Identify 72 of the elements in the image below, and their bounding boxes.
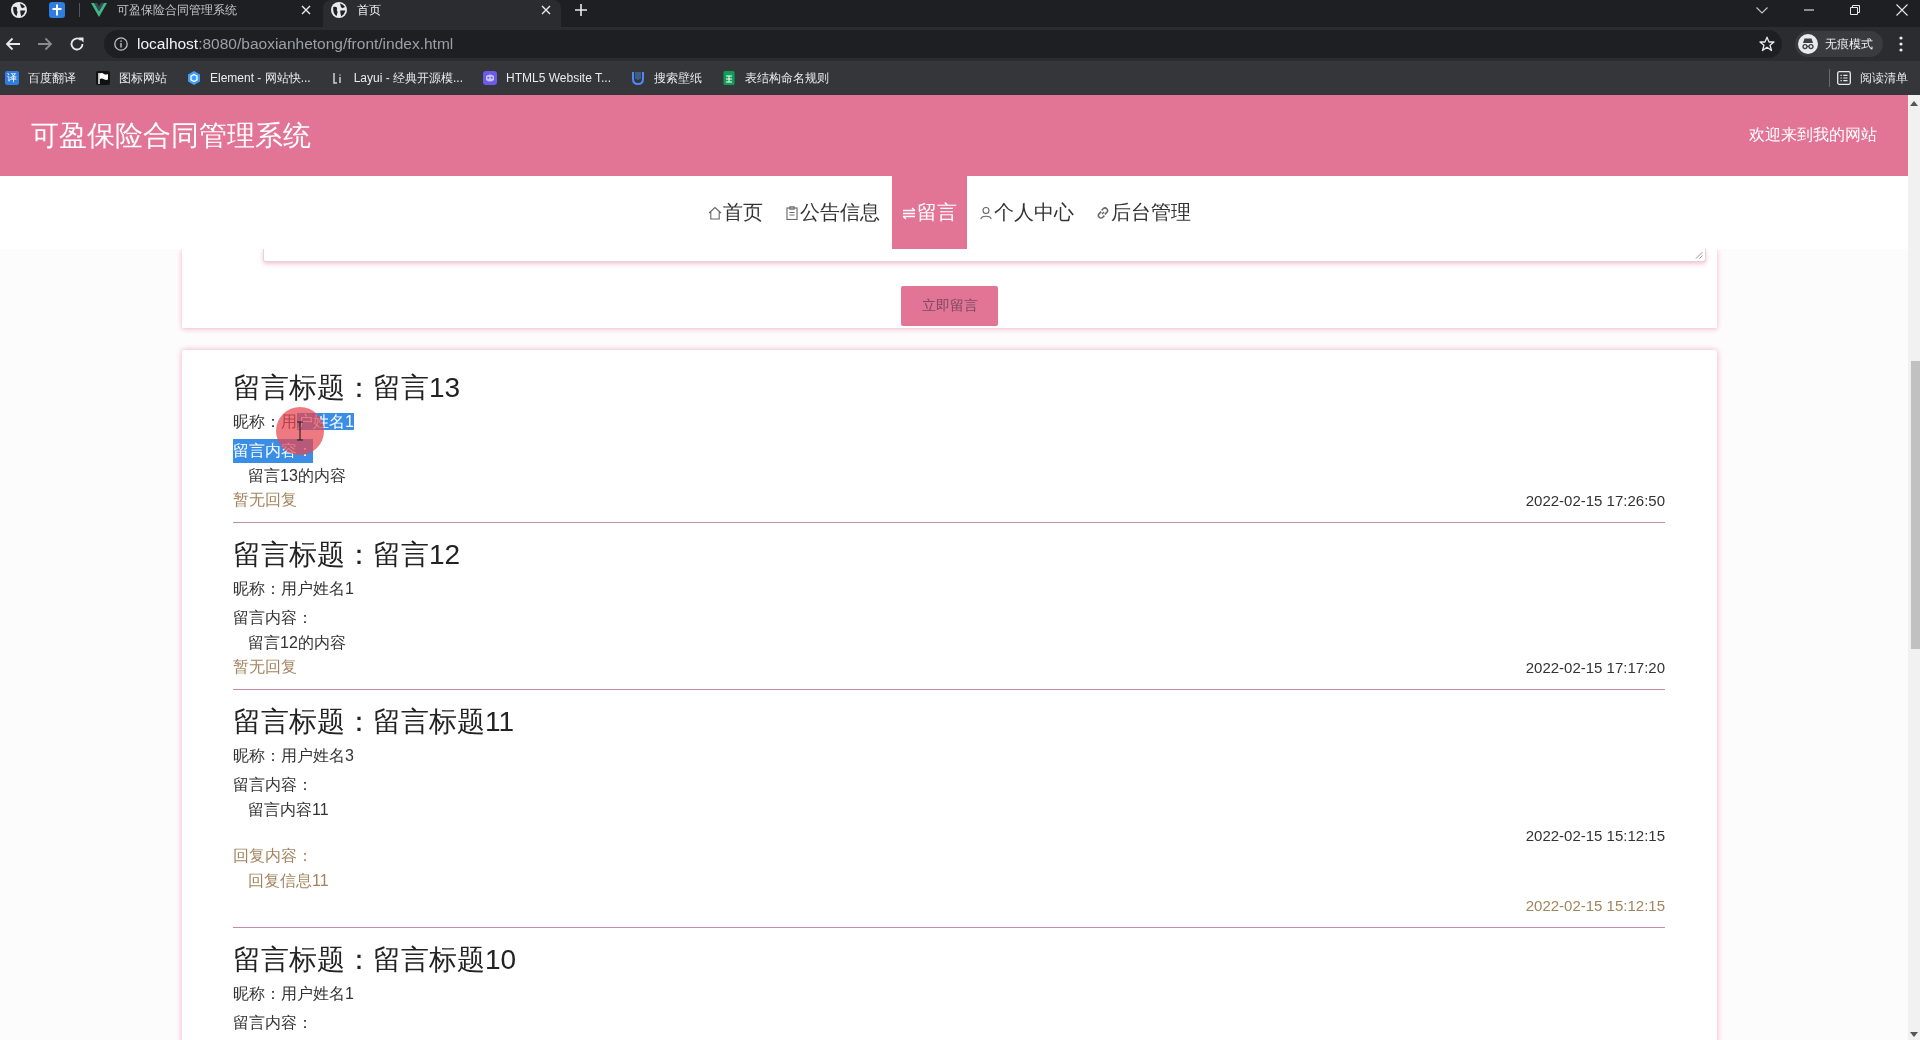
nav-link[interactable]: 首页 [697,176,773,249]
message-time: 2022-02-15 17:26:50 [1525,491,1665,509]
bookmark-link[interactable]: 图标网站 [95,65,175,91]
clipboard-icon [784,205,799,220]
link-icon [1095,205,1110,220]
nav-link[interactable]: 公告信息 [774,176,890,249]
profile-button[interactable]: 无痕模式 [1795,31,1883,57]
globe-icon[interactable] [11,2,27,18]
message-title: 留言标题：留言13 [233,371,462,405]
forward-arrow-icon[interactable] [37,36,53,52]
back-arrow-icon[interactable] [5,36,21,52]
bookmark-link[interactable]: 译 百度翻译 [4,65,84,91]
close-icon[interactable] [1896,4,1908,16]
hexagon-icon [187,71,201,85]
reply-content: 回复信息11 [248,872,329,889]
scroll-up-icon[interactable] [1910,101,1918,106]
content-label: 留言内容： [233,608,313,628]
welcome-text: 欢迎来到我的网站 [1749,125,1877,145]
smile-tile-icon [483,71,498,85]
nav-link[interactable]: 后台管理 [1085,176,1201,249]
nickname-text: 昵称：用户姓名1 [233,984,355,1004]
plus-icon[interactable] [575,4,587,16]
address-bar[interactable]: localhost:8080/baoxianhetong/front/index.html [104,30,1782,58]
nickname-text: 昵称：用户姓名3 [233,746,355,766]
reload-icon[interactable] [69,36,85,52]
message-content: 留言12的内容 [248,634,346,651]
kebab-menu-icon[interactable] [1899,36,1903,52]
v-mark-icon [91,2,107,18]
flag-icon [96,71,110,85]
nav-link[interactable]: 个人中心 [968,176,1084,249]
message-title: 留言标题：留言标题10 [233,943,518,977]
reading-list-button[interactable]: 阅读清单 [1836,65,1916,91]
message-title: 留言标题：留言标题11 [233,705,516,739]
close-icon[interactable] [301,5,311,15]
close-icon[interactable] [541,5,551,15]
scrollbar-thumb[interactable] [1910,361,1920,649]
bookmark-link[interactable]: Layui - 经典开源模... [329,65,472,91]
message-time: 2022-02-15 15:12:15 [1525,826,1665,844]
no-reply-text: 暂无回复 [233,656,297,677]
person-icon [978,205,993,220]
browser-tab[interactable]: 可盈保险合同管理系统 [83,0,321,27]
letter-badge: 译 [5,71,19,85]
hat-glasses-icon [1798,34,1818,54]
no-reply-text: 暂无回复 [233,489,297,510]
browser-tab[interactable]: 首页 [323,0,561,27]
bookmark-link[interactable]: HTML5 Website T... [482,65,619,91]
message-title: 留言标题：留言12 [233,538,462,572]
bookmark-link[interactable]: Element - 网站快... [186,65,319,91]
exchange-icon [901,205,916,220]
u-shape-icon [631,71,645,85]
site-title: 可盈保险合同管理系统 [31,118,311,153]
scroll-down-icon[interactable] [1910,1032,1918,1037]
content-label: 留言内容： [233,775,313,795]
chevron-down-icon[interactable] [1756,6,1768,14]
message-time: 2022-02-15 17:17:20 [1525,658,1665,676]
info-icon [114,37,128,51]
message-content: 留言内容11 [248,801,329,818]
content-label: 留言内容： [233,1013,313,1033]
reply-time: 2022-02-15 15:12:15 [1525,896,1665,914]
resize-handle-icon[interactable] [1695,251,1703,259]
reply-label: 回复内容： [233,847,313,864]
home-icon [707,205,722,220]
spreadsheet-icon [722,71,736,85]
restore-icon[interactable] [1850,5,1860,15]
cross-tile-icon[interactable] [49,2,65,18]
bookmark-link[interactable]: 表结构命名规则 [721,65,837,91]
star-icon[interactable] [1759,36,1775,52]
bookmark-link[interactable]: 搜索壁纸 [630,65,710,91]
message-content: 留言13的内容 [248,467,346,484]
list-icon [1837,71,1851,85]
nickname-text: 昵称：用户姓名1 [233,579,355,599]
globe-icon [331,2,347,18]
